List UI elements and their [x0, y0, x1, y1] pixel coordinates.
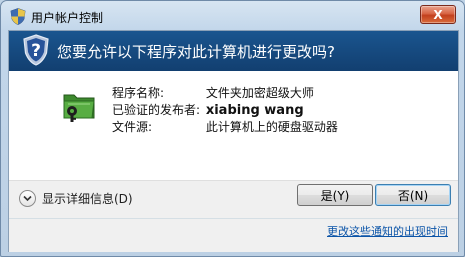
publisher-row: 已验证的发布者: xiabing wang — [112, 102, 338, 119]
publisher-label: 已验证的发布者: — [112, 103, 201, 117]
uac-dialog: 用户帐户控制 X ? 您要允许以下程序对此计算机进行更改吗? 程序名称: 文件夹… — [0, 0, 465, 257]
file-source-row: 文件源: 此计算机上的硬盘驱动器 — [112, 119, 338, 136]
prompt-question: 您要允许以下程序对此计算机进行更改吗? — [57, 43, 335, 61]
file-source-label: 文件源: — [112, 120, 153, 134]
prompt-header: ? 您要允许以下程序对此计算机进行更改吗? — [9, 31, 458, 71]
no-button[interactable]: 否(N) — [375, 184, 451, 206]
program-details: 程序名称: 文件夹加密超级大师 已验证的发布者: xiabing wang 文件… — [112, 85, 338, 136]
chevron-down-icon — [19, 190, 36, 207]
file-source-value: 此计算机上的硬盘驱动器 — [205, 120, 338, 134]
close-button[interactable]: X — [420, 5, 456, 24]
window-title: 用户帐户控制 — [31, 11, 104, 25]
svg-text:?: ? — [31, 41, 41, 61]
dialog-footer: 显示详细信息(D) 是(Y) 否(N) 更改这些通知的出现时间 — [9, 180, 458, 252]
change-notification-link[interactable]: 更改这些通知的出现时间 — [327, 223, 448, 239]
show-details-label: 显示详细信息(D) — [42, 192, 133, 206]
program-name-row: 程序名称: 文件夹加密超级大师 — [112, 85, 338, 102]
uac-shield-icon — [10, 8, 26, 25]
yes-button[interactable]: 是(Y) — [297, 184, 373, 206]
uac-shield-icon: ? — [23, 34, 49, 66]
program-name-label: 程序名称: — [112, 86, 165, 100]
show-details-toggle[interactable]: 显示详细信息(D) — [19, 190, 133, 207]
title-bar: 用户帐户控制 X — [1, 1, 464, 31]
program-name-value: 文件夹加密超级大师 — [205, 86, 314, 100]
close-icon: X — [433, 7, 443, 22]
program-info-panel: 程序名称: 文件夹加密超级大师 已验证的发布者: xiabing wang 文件… — [9, 71, 458, 180]
folder-key-icon — [63, 94, 95, 122]
dialog-client: ? 您要允许以下程序对此计算机进行更改吗? 程序名称: 文件夹加密超级大师 已验… — [8, 30, 459, 252]
footer-divider — [9, 218, 458, 219]
publisher-value: xiabing wang — [205, 103, 304, 118]
